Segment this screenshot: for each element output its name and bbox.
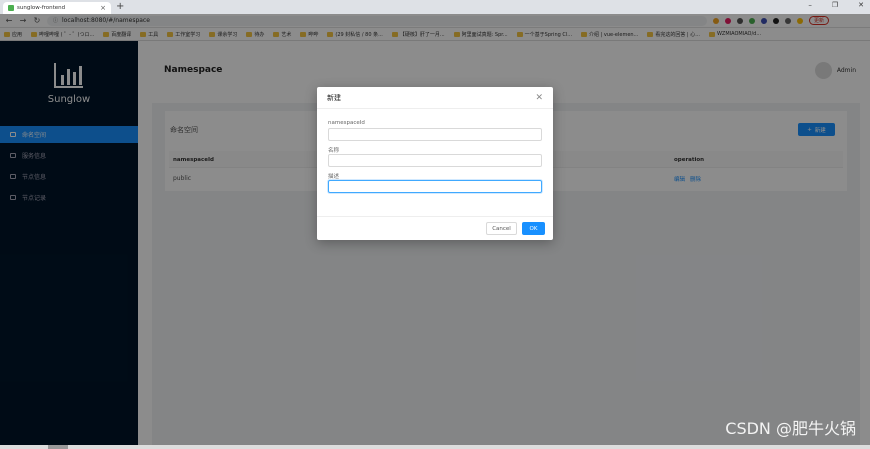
namespaceid-input[interactable] bbox=[328, 128, 542, 141]
maximize-icon[interactable]: ❐ bbox=[832, 1, 838, 9]
favicon-icon bbox=[8, 5, 14, 11]
browser-tab-strip: sunglow-frontend × + – ❐ ✕ bbox=[0, 0, 870, 14]
field-label-description: 描述 bbox=[328, 174, 340, 180]
window-close-icon[interactable]: ✕ bbox=[858, 1, 864, 9]
minimize-icon[interactable]: – bbox=[808, 1, 812, 9]
field-label-namespaceid: namespaceId bbox=[328, 120, 365, 126]
field-label-name: 名称 bbox=[328, 148, 340, 154]
tab-title: sunglow-frontend bbox=[17, 5, 66, 11]
tab-close-icon[interactable]: × bbox=[100, 4, 106, 12]
close-icon[interactable]: ✕ bbox=[535, 93, 543, 103]
scrollbar-thumb[interactable] bbox=[48, 445, 68, 449]
modal-header: 新建 ✕ bbox=[317, 87, 553, 109]
new-tab-icon[interactable]: + bbox=[116, 2, 124, 12]
description-input[interactable] bbox=[328, 180, 542, 193]
create-namespace-modal: 新建 ✕ namespaceId 名称 描述 Cancel OK bbox=[317, 87, 553, 240]
modal-footer: Cancel OK bbox=[317, 216, 553, 240]
window-controls: – ❐ ✕ bbox=[808, 1, 864, 9]
cancel-button[interactable]: Cancel bbox=[486, 222, 517, 235]
ok-button[interactable]: OK bbox=[522, 222, 545, 235]
modal-title: 新建 bbox=[327, 93, 341, 102]
modal-form: namespaceId 名称 描述 bbox=[317, 109, 553, 193]
watermark: CSDN @肥牛火锅 bbox=[725, 419, 856, 438]
browser-tab[interactable]: sunglow-frontend × bbox=[3, 2, 111, 14]
horizontal-scrollbar[interactable] bbox=[0, 445, 870, 449]
name-input[interactable] bbox=[328, 154, 542, 167]
